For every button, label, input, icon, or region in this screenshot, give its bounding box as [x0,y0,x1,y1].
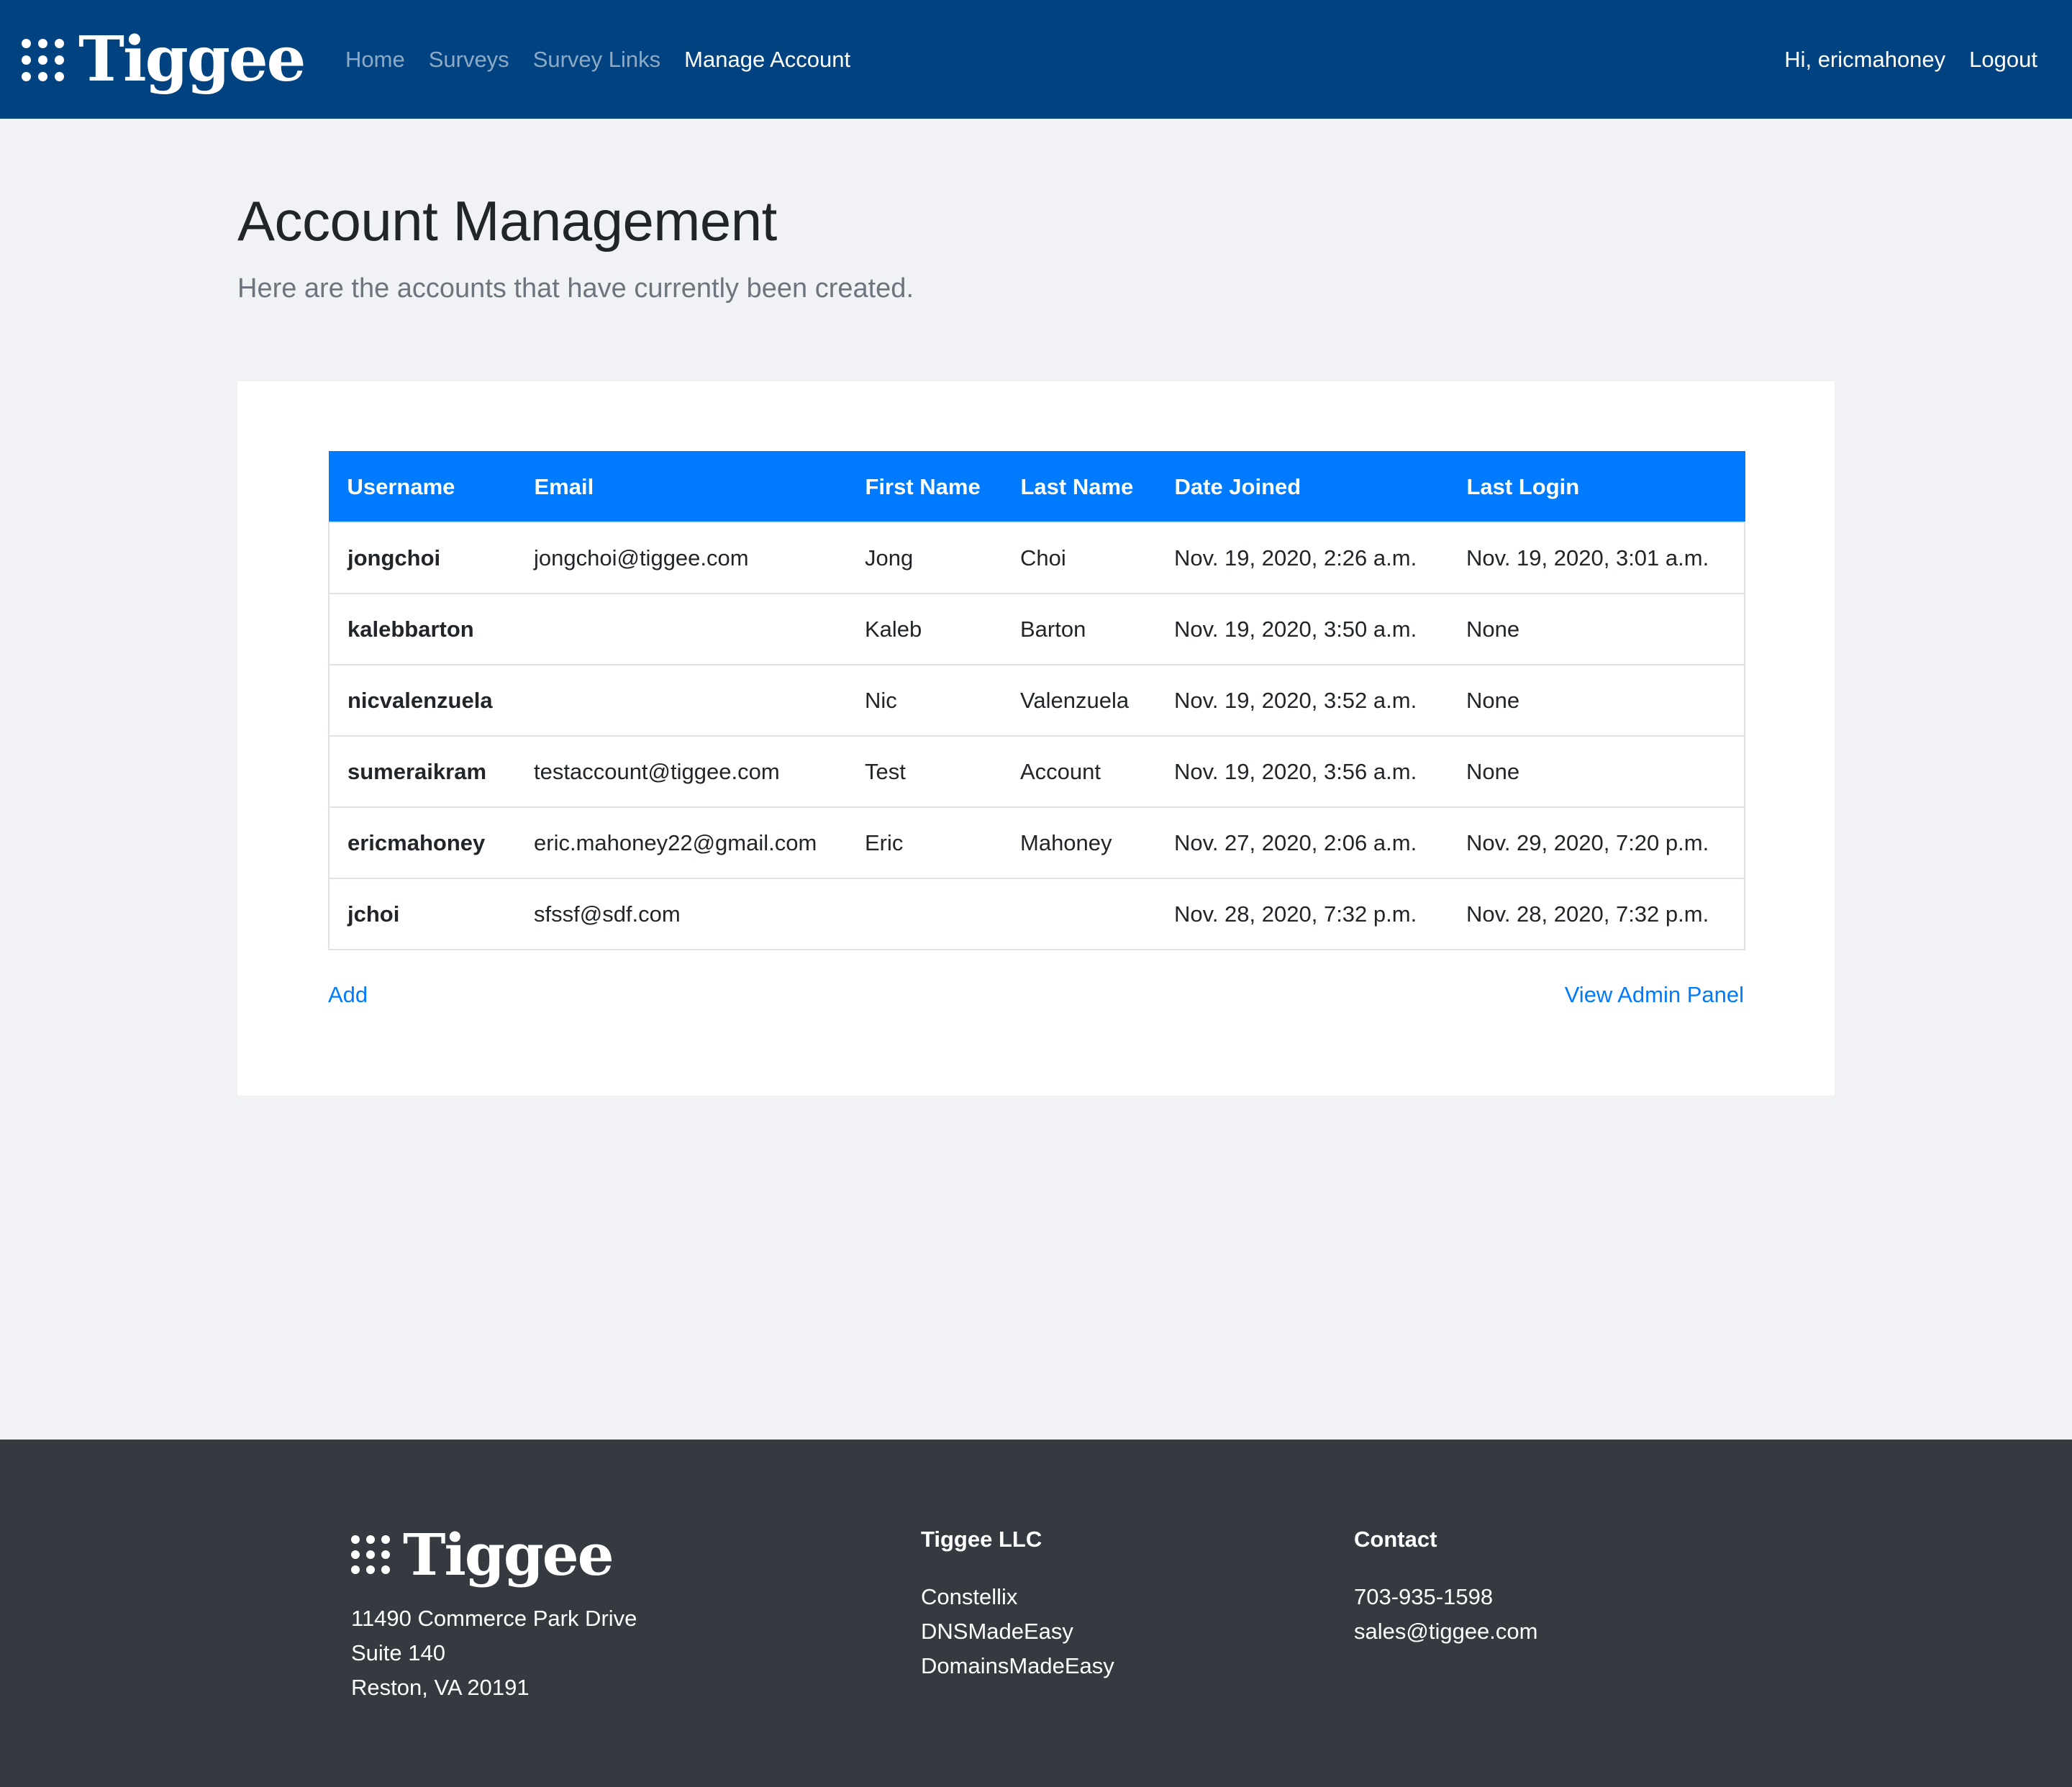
cell-email: eric.mahoney22@gmail.com [516,806,847,878]
footer-company-column: Tiggee LLC Constellix DNSMadeEasy Domain… [921,1522,1114,1683]
nav-surveys-link[interactable]: Surveys [429,47,509,73]
table-row: ericmahoney eric.mahoney22@gmail.com Eri… [328,806,1745,878]
footer-email-link[interactable]: sales@tiggee.com [1354,1614,1537,1649]
cell-username: kalebbarton [328,593,516,665]
cell-last-login: None [1448,593,1745,665]
table-row: jongchoi jongchoi@tiggee.com Jong Choi N… [328,522,1745,594]
brand-logo[interactable]: Tiggee [22,20,306,99]
column-header-username: Username [328,451,517,523]
user-greeting[interactable]: Hi, ericmahoney [1784,47,1945,73]
top-navbar: Tiggee Home Surveys Survey Links Manage … [0,0,2072,119]
column-header-last-name: Last Name [1001,451,1157,523]
cell-email: sfssf@sdf.com [516,878,847,950]
cell-date-joined: Nov. 19, 2020, 2:26 a.m. [1156,522,1448,594]
cell-email [516,593,847,665]
table-row: jchoi sfssf@sdf.com Nov. 28, 2020, 7:32 … [328,878,1745,950]
nav-manage-account-link[interactable]: Manage Account [684,47,850,73]
cell-email: testaccount@tiggee.com [516,735,847,807]
cell-username: jchoi [328,878,516,950]
address-line: Reston, VA 20191 [351,1675,530,1700]
column-header-date-joined: Date Joined [1155,451,1449,523]
address-line: 11490 Commerce Park Drive [351,1606,637,1631]
footer-brand-logo: Tiggee [351,1521,614,1588]
footer-link-domainsmadeeasy[interactable]: DomainsMadeEasy [921,1649,1114,1683]
cell-first-name: Kaleb [847,593,1002,665]
column-header-last-login: Last Login [1448,451,1745,523]
cell-first-name: Nic [847,664,1002,736]
footer-contact-column: Contact 703-935-1598 sales@tiggee.com [1354,1522,1537,1649]
page-footer: Tiggee 11490 Commerce Park Drive Suite 1… [0,1440,2072,1787]
footer-phone: 703-935-1598 [1354,1584,1494,1609]
table-header-row: Username Email First Name Last Name Date… [328,451,1745,523]
add-account-link[interactable]: Add [328,982,368,1008]
table-row: kalebbarton Kaleb Barton Nov. 19, 2020, … [328,593,1745,665]
cell-email: jongchoi@tiggee.com [516,522,847,594]
cell-last-name: Valenzuela [1002,664,1156,736]
cell-email [516,664,847,736]
brand-name: Tiggee [78,23,306,96]
cell-username: sumeraikram [328,735,516,807]
cell-last-name: Mahoney [1002,806,1156,878]
cell-first-name [847,878,1002,950]
cell-last-name: Account [1002,735,1156,807]
cell-last-name [1002,878,1156,950]
cell-first-name: Eric [847,806,1002,878]
footer-address: 11490 Commerce Park Drive Suite 140 Rest… [351,1601,637,1705]
view-admin-panel-link[interactable]: View Admin Panel [1565,982,1744,1008]
cell-username: jongchoi [328,522,516,594]
column-header-first-name: First Name [846,451,1003,523]
nav-survey-links-link[interactable]: Survey Links [533,47,660,73]
table-row: sumeraikram testaccount@tiggee.com Test … [328,735,1745,807]
cell-first-name: Jong [847,522,1002,594]
address-line: Suite 140 [351,1640,445,1665]
cell-username: ericmahoney [328,806,516,878]
column-header-email: Email [515,451,848,523]
nav-user-area: Hi, ericmahoney Logout [1784,0,2037,119]
accounts-card: Username Email First Name Last Name Date… [237,381,1835,1096]
cell-date-joined: Nov. 28, 2020, 7:32 p.m. [1156,878,1448,950]
cell-last-login: None [1448,735,1745,807]
cell-date-joined: Nov. 27, 2020, 2:06 a.m. [1156,806,1448,878]
footer-contact-title: Contact [1354,1527,1437,1552]
cell-last-login: Nov. 19, 2020, 3:01 a.m. [1448,522,1745,594]
cell-last-name: Choi [1002,522,1156,594]
cell-last-login: Nov. 29, 2020, 7:20 p.m. [1448,806,1745,878]
accounts-table: Username Email First Name Last Name Date… [328,451,1745,950]
footer-link-dnsmadeeasy[interactable]: DNSMadeEasy [921,1614,1114,1649]
cell-last-name: Barton [1002,593,1156,665]
cell-date-joined: Nov. 19, 2020, 3:56 a.m. [1156,735,1448,807]
cell-last-login: None [1448,664,1745,736]
nav-links: Home Surveys Survey Links Manage Account [345,0,874,119]
footer-company-title: Tiggee LLC [921,1527,1042,1552]
logout-link[interactable]: Logout [1969,47,2037,73]
nav-home-link[interactable]: Home [345,47,405,73]
page-subtitle: Here are the accounts that have currentl… [237,273,914,304]
cell-date-joined: Nov. 19, 2020, 3:52 a.m. [1156,664,1448,736]
table-row: nicvalenzuela Nic Valenzuela Nov. 19, 20… [328,664,1745,736]
cell-date-joined: Nov. 19, 2020, 3:50 a.m. [1156,593,1448,665]
footer-link-constellix[interactable]: Constellix [921,1580,1114,1614]
dots-logo-icon [22,38,64,81]
cell-username: nicvalenzuela [328,664,516,736]
dots-logo-icon [351,1535,390,1574]
footer-brand-name: Tiggee [403,1521,614,1588]
cell-last-login: Nov. 28, 2020, 7:32 p.m. [1448,878,1745,950]
page-title: Account Management [237,189,777,253]
cell-first-name: Test [847,735,1002,807]
